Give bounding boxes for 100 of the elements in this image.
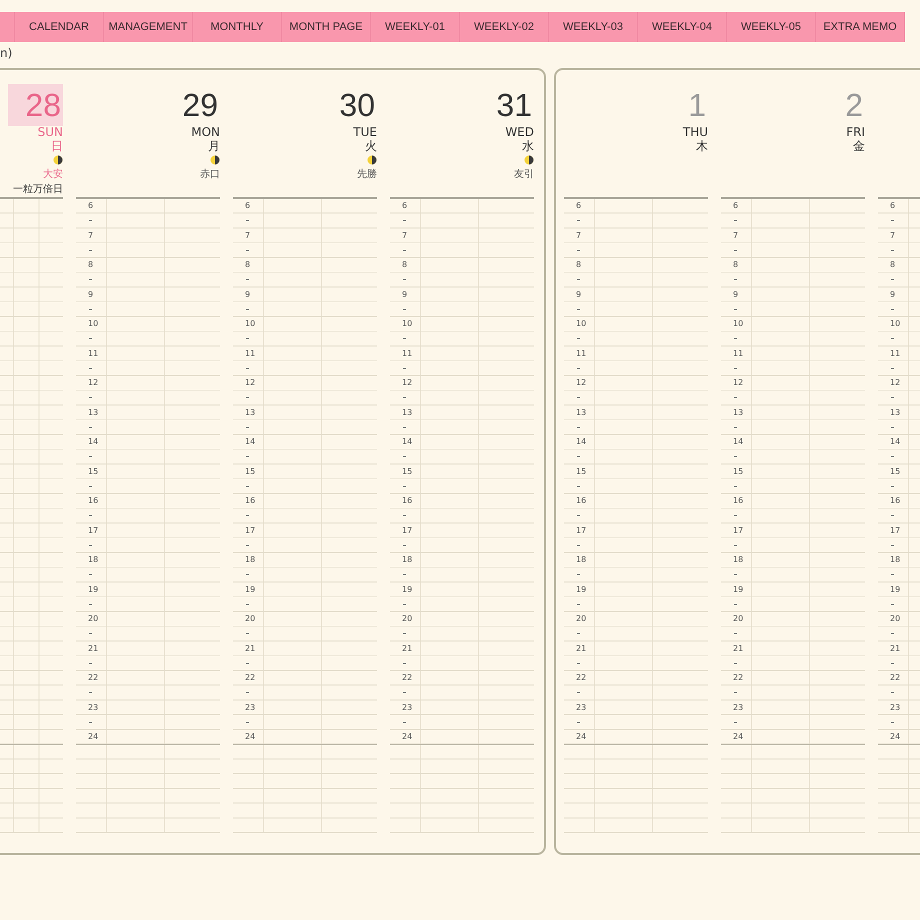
hour-label: 15: [733, 466, 744, 476]
hour-label: 17: [402, 526, 412, 535]
hour-label: 17: [576, 526, 586, 535]
hour-label: 23: [576, 702, 586, 712]
half-hour-tick: [246, 692, 249, 694]
half-hour-tick: [577, 633, 580, 634]
hour-label: 24: [88, 732, 98, 742]
hour-label: 8: [88, 260, 94, 270]
half-hour-tick: [403, 515, 406, 516]
half-hour-tick: [89, 338, 92, 340]
half-hour-tick: [246, 279, 249, 280]
hour-label: 22: [245, 673, 256, 682]
hour-label: 24: [890, 732, 900, 742]
half-hour-tick: [734, 220, 737, 222]
hour-label: 23: [245, 702, 256, 712]
half-hour-tick: [403, 397, 406, 398]
hour-label: 18: [245, 555, 256, 564]
hour-label: 22: [402, 673, 412, 682]
weekday-label: FRI: [846, 126, 865, 139]
hour-label: 19: [245, 584, 256, 594]
half-hour-tick: [734, 456, 737, 458]
hour-label: 10: [733, 319, 744, 328]
hour-label: 19: [88, 584, 98, 594]
hour-label: 14: [576, 437, 586, 446]
half-hour-tick: [734, 279, 737, 280]
hour-label: 14: [890, 437, 900, 446]
half-hour-tick: [891, 397, 894, 398]
hour-label: 12: [245, 378, 256, 388]
hour-label: 15: [576, 466, 586, 476]
hour-label: 21: [88, 644, 98, 653]
half-hour-tick: [89, 574, 92, 576]
hour-label: 24: [245, 732, 256, 742]
half-hour-tick: [246, 397, 249, 398]
hour-label: 9: [402, 290, 408, 299]
half-hour-tick: [891, 633, 894, 634]
hour-label: 15: [88, 466, 98, 476]
half-hour-tick: [891, 574, 894, 576]
hour-label: 18: [402, 555, 412, 564]
weekday-label: TUE: [353, 126, 377, 139]
hour-label: 12: [88, 378, 98, 388]
date-number: 30: [339, 86, 376, 125]
weekday-kanji: 金: [853, 139, 865, 153]
hour-label: 24: [402, 732, 412, 742]
half-hour-tick: [403, 220, 406, 222]
hour-label: 14: [88, 437, 98, 446]
half-hour-tick: [89, 515, 92, 516]
half-hour-tick: [577, 574, 580, 576]
half-hour-tick: [577, 515, 580, 516]
hour-label: 17: [88, 526, 98, 535]
half-hour-tick: [246, 220, 249, 222]
hour-label: 12: [890, 378, 900, 388]
half-hour-tick: [734, 633, 737, 634]
half-hour-tick: [577, 397, 580, 398]
hour-label: 13: [576, 408, 586, 417]
hour-label: 6: [576, 201, 582, 210]
hour-label: 9: [733, 290, 738, 299]
hour-label: 11: [402, 348, 412, 358]
hour-label: 13: [890, 408, 900, 417]
half-hour-tick: [246, 574, 249, 576]
hour-label: 23: [733, 702, 744, 712]
hour-label: 9: [890, 290, 896, 299]
half-hour-tick: [403, 574, 406, 576]
hour-label: 20: [733, 614, 744, 624]
hour-label: 20: [402, 614, 412, 624]
hour-label: 11: [733, 348, 744, 358]
half-hour-tick: [891, 279, 894, 280]
hour-label: 14: [245, 437, 256, 446]
hour-label: 22: [88, 673, 98, 682]
date-number: 1: [688, 86, 707, 125]
weekday-kanji: 火: [365, 139, 377, 153]
hour-label: 10: [402, 319, 412, 328]
hour-label: 15: [890, 466, 900, 476]
weekday-kanji: 木: [696, 139, 708, 153]
hour-label: 21: [576, 644, 586, 653]
hour-label: 19: [890, 584, 900, 594]
date-number: 29: [182, 86, 219, 125]
hour-label: 23: [890, 702, 900, 712]
hour-label: 7: [733, 230, 738, 240]
hour-label: 23: [88, 702, 98, 712]
half-hour-tick: [403, 279, 406, 280]
hour-label: 13: [402, 408, 412, 417]
half-hour-tick: [734, 338, 737, 340]
half-hour-tick: [577, 456, 580, 458]
weekday-kanji: 水: [522, 139, 534, 153]
hour-label: 6: [88, 201, 94, 210]
weekday-label: SUN: [38, 126, 63, 139]
date-number: 28: [8, 84, 63, 126]
half-hour-tick: [89, 220, 92, 222]
hour-label: 18: [576, 555, 586, 564]
hour-label: 22: [890, 673, 900, 682]
hour-label: 16: [245, 496, 256, 506]
weekday-label: WED: [505, 126, 534, 139]
hour-label: 20: [576, 614, 586, 624]
hour-label: 20: [245, 614, 256, 624]
hour-label: 10: [88, 319, 98, 328]
hour-label: 6: [402, 201, 408, 210]
hour-label: 19: [576, 584, 586, 594]
hour-label: 7: [245, 230, 250, 240]
hour-label: 22: [733, 673, 744, 682]
hour-label: 7: [402, 230, 408, 240]
